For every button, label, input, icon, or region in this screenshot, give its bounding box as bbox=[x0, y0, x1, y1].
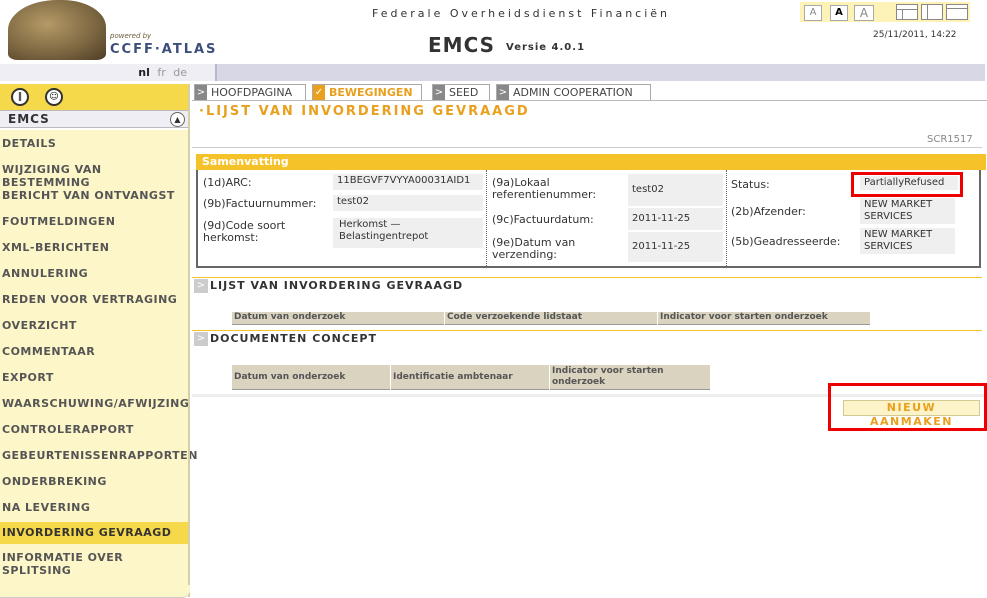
tab-arrow-icon: > bbox=[497, 85, 509, 101]
sidebar-item-cancellation[interactable]: ANNULERING bbox=[0, 267, 188, 280]
section-divider bbox=[192, 277, 982, 278]
sidebar-item-errors[interactable]: FOUTMELDINGEN bbox=[0, 215, 188, 228]
tab-admin-cooperation[interactable]: > ADMIN COOPERATION bbox=[496, 84, 651, 101]
tab-label: BEWEGINGEN bbox=[329, 86, 413, 99]
lang-fr-link[interactable]: fr bbox=[157, 66, 165, 79]
logo: powered by CCFF·ATLAS bbox=[0, 0, 230, 64]
tab-arrow-icon: > bbox=[433, 85, 445, 101]
origin-code-value: Herkomst — Belastingentrepot bbox=[333, 218, 483, 248]
sidebar-item-control-report[interactable]: CONTROLERAPPORT bbox=[0, 423, 188, 436]
divider bbox=[192, 147, 982, 148]
status-annotation-highlight bbox=[851, 172, 963, 197]
check-icon: ✓ bbox=[313, 85, 325, 101]
tab-label: HOOFDPAGINA bbox=[211, 86, 293, 99]
datetime: 25/11/2011, 14:22 bbox=[873, 30, 957, 40]
sidebar-item-delay-reason[interactable]: REDEN VOOR VERTRAGING bbox=[0, 293, 188, 306]
lang-de-link[interactable]: de bbox=[173, 66, 187, 79]
column-header: Identificatie ambtenaar bbox=[391, 365, 549, 390]
brand-name: CCFF·ATLAS bbox=[110, 42, 218, 57]
consignee-label: (5b)Geadresseerde: bbox=[731, 235, 841, 248]
main-tabs: > HOOFDPAGINA ✓ BEWEGINGEN > SEED > ADMIN CO… bbox=[192, 84, 987, 101]
consignor-value: NEW MARKET SERVICES bbox=[860, 198, 955, 224]
sidebar-menu: DETAILS WIJZIGING VAN BESTEMMING BERICHT… bbox=[0, 130, 197, 585]
invoice-number-value: test02 bbox=[333, 195, 483, 211]
font-large-button[interactable]: A bbox=[854, 5, 874, 21]
sidebar-item-recovery-requested[interactable]: INVORDERING GEVRAAGD bbox=[0, 522, 188, 544]
layout-medium-icon[interactable] bbox=[921, 4, 943, 20]
layout-narrow-icon[interactable] bbox=[896, 4, 918, 20]
column-header: Indicator voor starten onderzoek bbox=[550, 365, 710, 390]
sidebar-item-overview[interactable]: OVERZICHT bbox=[0, 319, 188, 332]
local-reference-value: test02 bbox=[628, 174, 723, 206]
local-reference-label: (9a)Lokaal referentienummer: bbox=[492, 176, 597, 201]
lang-nl-link[interactable]: nl bbox=[138, 66, 150, 79]
status-label: Status: bbox=[731, 178, 770, 191]
section-toggle-icon[interactable]: > bbox=[194, 332, 208, 346]
consignor-label: (2b)Afzender: bbox=[731, 205, 806, 218]
sidebar-item-change-destination[interactable]: WIJZIGING VAN BESTEMMING bbox=[0, 163, 188, 189]
sidebar-footer bbox=[0, 585, 190, 598]
font-small-button[interactable]: A bbox=[804, 5, 822, 21]
sidebar-item-receipt[interactable]: BERICHT VAN ONTVANGST bbox=[0, 189, 188, 202]
sidebar-item-comment[interactable]: COMMENTAAR bbox=[0, 345, 188, 358]
sidebar-item-warning-rejection[interactable]: WAARSCHUWING/AFWIJZING bbox=[0, 397, 189, 410]
section-title-recovery-list: LIJST VAN INVORDERING GEVRAAGD bbox=[210, 279, 464, 292]
sidebar-item-export[interactable]: EXPORT bbox=[0, 371, 188, 384]
column-header: Indicator voor starten onderzoek bbox=[658, 312, 870, 325]
column-separator bbox=[486, 170, 487, 266]
app-version: Versie 4.0.1 bbox=[506, 42, 586, 53]
collapse-icon[interactable]: ▲ bbox=[170, 112, 185, 127]
tab-seed[interactable]: > SEED bbox=[432, 84, 490, 101]
sidebar-item-event-reports[interactable]: GEBEURTENISSENRAPPORTEN bbox=[0, 449, 197, 462]
ministry-name: Federale Overheidsdienst Financiën bbox=[372, 7, 671, 20]
tab-label: SEED bbox=[449, 86, 479, 99]
column-header: Datum van onderzoek bbox=[232, 365, 390, 390]
sidebar-header: EMCS ▲ bbox=[0, 110, 188, 128]
sidebar-edge bbox=[188, 84, 190, 597]
tab-home[interactable]: > HOOFDPAGINA bbox=[194, 84, 306, 101]
layout-wide-icon[interactable] bbox=[946, 4, 968, 20]
user-icon[interactable]: ☺ bbox=[45, 88, 63, 106]
invoice-date-value: 2011-11-25 bbox=[628, 208, 723, 230]
sidebar-title: EMCS bbox=[8, 112, 50, 126]
screen-code: SCR1517 bbox=[927, 134, 973, 145]
summary-header: Samenvatting bbox=[196, 154, 986, 170]
column-separator bbox=[726, 170, 727, 266]
dispatch-date-label: (9e)Datum van verzending: bbox=[492, 236, 576, 261]
sidebar-item-xml-messages[interactable]: XML-BERICHTEN bbox=[0, 241, 188, 254]
display-toolbar: A A A bbox=[800, 2, 970, 22]
sidebar-item-after-delivery[interactable]: NA LEVERING bbox=[0, 501, 188, 514]
consignee-value: NEW MARKET SERVICES bbox=[860, 228, 955, 254]
dispatch-date-value: 2011-11-25 bbox=[628, 232, 723, 262]
page-title: ·LIJST VAN INVORDERING GEVRAAGD bbox=[199, 104, 530, 119]
font-medium-button[interactable]: A bbox=[830, 5, 848, 21]
tab-arrow-icon: > bbox=[195, 85, 207, 101]
invoice-number-label: (9b)Factuurnummer: bbox=[203, 197, 317, 210]
tab-divider bbox=[192, 100, 987, 101]
exit-icon[interactable]: ‖ bbox=[11, 88, 29, 106]
app-title: EMCS bbox=[428, 33, 496, 57]
origin-code-label: (9d)Code soort herkomst: bbox=[203, 219, 286, 244]
language-selector: nl fr de bbox=[0, 64, 217, 81]
section-toggle-icon[interactable]: > bbox=[194, 279, 208, 293]
arc-label: (1d)ARC: bbox=[203, 176, 252, 189]
sidebar-item-interruption[interactable]: ONDERBREKING bbox=[0, 475, 188, 488]
section-divider bbox=[192, 330, 982, 331]
powered-by-text: powered by bbox=[110, 32, 152, 40]
button-annotation-highlight bbox=[828, 383, 987, 431]
column-header: Code verzoekende lidstaat bbox=[445, 312, 657, 325]
tab-movements[interactable]: ✓ BEWEGINGEN bbox=[312, 84, 422, 101]
column-header: Datum van onderzoek bbox=[232, 312, 444, 325]
invoice-date-label: (9c)Factuurdatum: bbox=[492, 213, 594, 226]
section-title-draft-documents: DOCUMENTEN CONCEPT bbox=[210, 332, 377, 345]
tab-label: ADMIN COOPERATION bbox=[513, 86, 633, 99]
sidebar-item-split-info[interactable]: INFORMATIE OVER SPLITSING bbox=[0, 551, 150, 577]
sidebar-toolbar: ‖ ☺ bbox=[0, 84, 188, 110]
turtle-logo-image bbox=[8, 0, 106, 60]
sidebar-item-details[interactable]: DETAILS bbox=[0, 137, 188, 150]
arc-value: 11BEGVF7VYYA00031AID1 bbox=[333, 174, 483, 190]
